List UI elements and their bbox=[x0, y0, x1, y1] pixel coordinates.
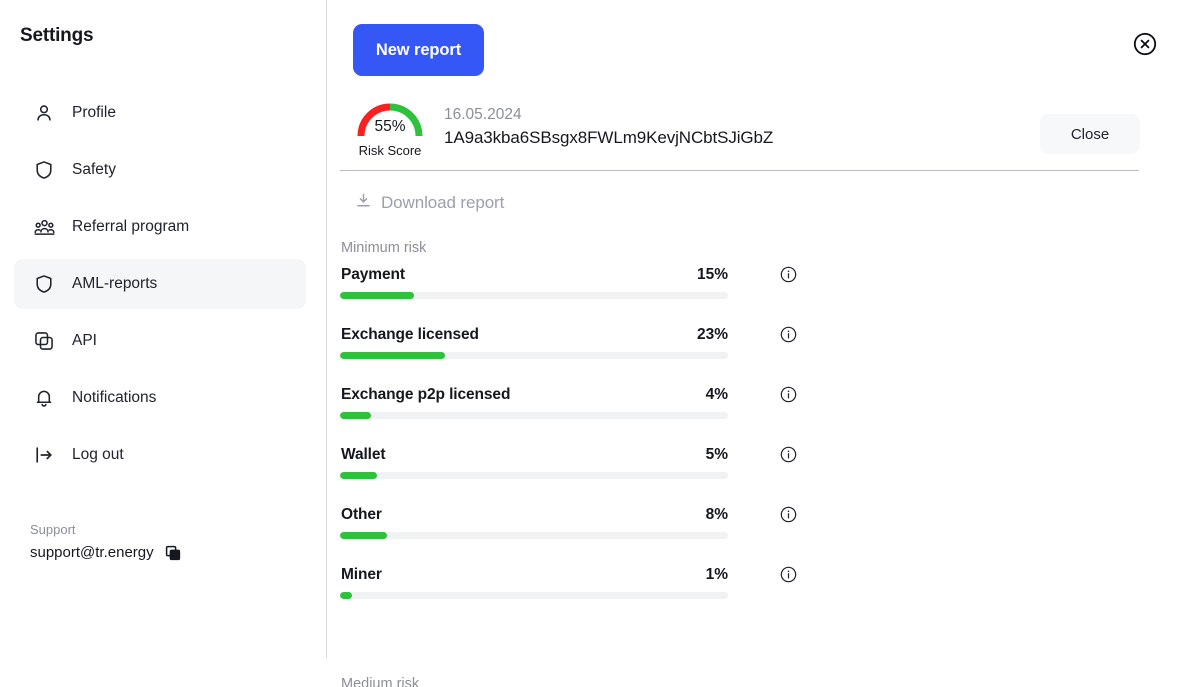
risk-row-bar-fill bbox=[340, 472, 377, 479]
risk-row-name: Exchange p2p licensed bbox=[341, 386, 511, 403]
copy-icon[interactable] bbox=[165, 545, 181, 561]
risk-row-bar bbox=[340, 352, 728, 359]
user-icon bbox=[32, 101, 56, 125]
sidebar-item-log-out[interactable]: Log out bbox=[14, 430, 306, 480]
sidebar-item-label: Notifications bbox=[72, 389, 157, 406]
close-button[interactable]: Close bbox=[1040, 114, 1140, 154]
sidebar-item-label: Log out bbox=[72, 446, 124, 463]
risk-row: Payment 15% bbox=[340, 266, 797, 299]
risk-row-percent: 4% bbox=[705, 386, 728, 403]
sidebar-nav: Profile Safety Referral program AML-repo… bbox=[14, 88, 306, 480]
support-email: support@tr.energy bbox=[30, 544, 154, 561]
risk-row-bar-fill bbox=[340, 352, 445, 359]
shield-icon bbox=[32, 158, 56, 182]
risk-row-name: Wallet bbox=[341, 446, 386, 463]
people-icon bbox=[32, 215, 56, 239]
risk-score-value: 55% bbox=[374, 118, 406, 135]
risk-row-percent: 5% bbox=[705, 446, 728, 463]
sidebar-item-referral-program[interactable]: Referral program bbox=[14, 202, 306, 252]
info-icon[interactable] bbox=[780, 386, 797, 403]
sidebar-item-label: API bbox=[72, 332, 97, 349]
report-date: 16.05.2024 bbox=[444, 106, 522, 123]
risk-row: Miner 1% bbox=[340, 566, 797, 599]
risk-row-bar bbox=[340, 532, 728, 539]
risk-row-bar-fill bbox=[340, 532, 387, 539]
risk-row-bar bbox=[340, 472, 728, 479]
sidebar-item-label: Safety bbox=[72, 161, 116, 178]
risk-row-bar bbox=[340, 592, 728, 599]
info-icon[interactable] bbox=[780, 326, 797, 343]
bell-icon bbox=[32, 386, 56, 410]
sidebar-item-label: Profile bbox=[72, 104, 116, 121]
sidebar-item-aml-reports[interactable]: AML-reports bbox=[14, 259, 306, 309]
support-email-row: support@tr.energy bbox=[30, 544, 181, 561]
risk-row-percent: 23% bbox=[696, 326, 728, 343]
risk-row: Exchange p2p licensed 4% bbox=[340, 386, 797, 419]
risk-row-percent: 15% bbox=[696, 266, 728, 283]
info-icon[interactable] bbox=[780, 266, 797, 283]
download-report-label: Download report bbox=[381, 193, 505, 212]
info-icon[interactable] bbox=[780, 506, 797, 523]
header-divider bbox=[340, 170, 1139, 171]
risk-row-name: Other bbox=[341, 506, 382, 523]
risk-row: Other 8% bbox=[340, 506, 797, 539]
next-risk-group-label: Medium risk bbox=[341, 676, 420, 687]
sidebar-item-safety[interactable]: Safety bbox=[14, 145, 306, 195]
new-report-button[interactable]: New report bbox=[353, 24, 484, 76]
risk-row-name: Exchange licensed bbox=[341, 326, 479, 343]
support-label: Support bbox=[30, 522, 76, 537]
page-title: Settings bbox=[20, 25, 94, 46]
risk-row: Exchange licensed 23% bbox=[340, 326, 797, 359]
sidebar-item-label: AML-reports bbox=[72, 275, 158, 292]
risk-row-bar-fill bbox=[340, 292, 414, 299]
close-circle-icon[interactable] bbox=[1133, 32, 1157, 56]
settings-page: Settings Profile Safety Referral program… bbox=[0, 0, 1185, 687]
api-copy-icon bbox=[32, 329, 56, 353]
sidebar-item-api[interactable]: API bbox=[14, 316, 306, 366]
logout-icon bbox=[32, 443, 56, 467]
sidebar: Settings Profile Safety Referral program… bbox=[0, 0, 327, 687]
report-address: 1A9a3kba6SBsgx8FWLm9KevjNCbtSJiGbZ bbox=[444, 128, 774, 147]
support-block: Support support@tr.energy bbox=[30, 522, 181, 561]
risk-row-percent: 1% bbox=[705, 566, 728, 583]
download-report-link[interactable]: Download report bbox=[355, 192, 504, 214]
report-meta: 16.05.2024 1A9a3kba6SBsgx8FWLm9KevjNCbtS… bbox=[444, 106, 773, 148]
main-content: New report 55% Risk Score 16.05.2024 1A9… bbox=[327, 0, 1185, 687]
risk-row-name: Payment bbox=[341, 266, 405, 283]
risk-row: Wallet 5% bbox=[340, 446, 797, 479]
report-header: 55% Risk Score 16.05.2024 1A9a3kba6SBsgx… bbox=[353, 96, 773, 158]
info-icon[interactable] bbox=[780, 566, 797, 583]
sidebar-item-profile[interactable]: Profile bbox=[14, 88, 306, 138]
download-icon bbox=[355, 192, 372, 214]
risk-score-gauge: 55% Risk Score bbox=[353, 96, 427, 158]
risk-score-caption: Risk Score bbox=[358, 143, 422, 158]
risk-row-name: Miner bbox=[341, 566, 382, 583]
sidebar-item-label: Referral program bbox=[72, 218, 190, 235]
risk-breakdown: Minimum risk Payment 15% Exchange licens… bbox=[340, 240, 797, 609]
info-icon[interactable] bbox=[780, 446, 797, 463]
risk-row-bar bbox=[340, 412, 728, 419]
risk-row-bar-fill bbox=[340, 412, 372, 419]
risk-row-bar-fill bbox=[340, 592, 352, 599]
risk-group-label: Minimum risk bbox=[341, 240, 427, 256]
shield-icon bbox=[32, 272, 56, 296]
risk-row-percent: 8% bbox=[705, 506, 728, 523]
risk-row-bar bbox=[340, 292, 728, 299]
sidebar-item-notifications[interactable]: Notifications bbox=[14, 373, 306, 423]
